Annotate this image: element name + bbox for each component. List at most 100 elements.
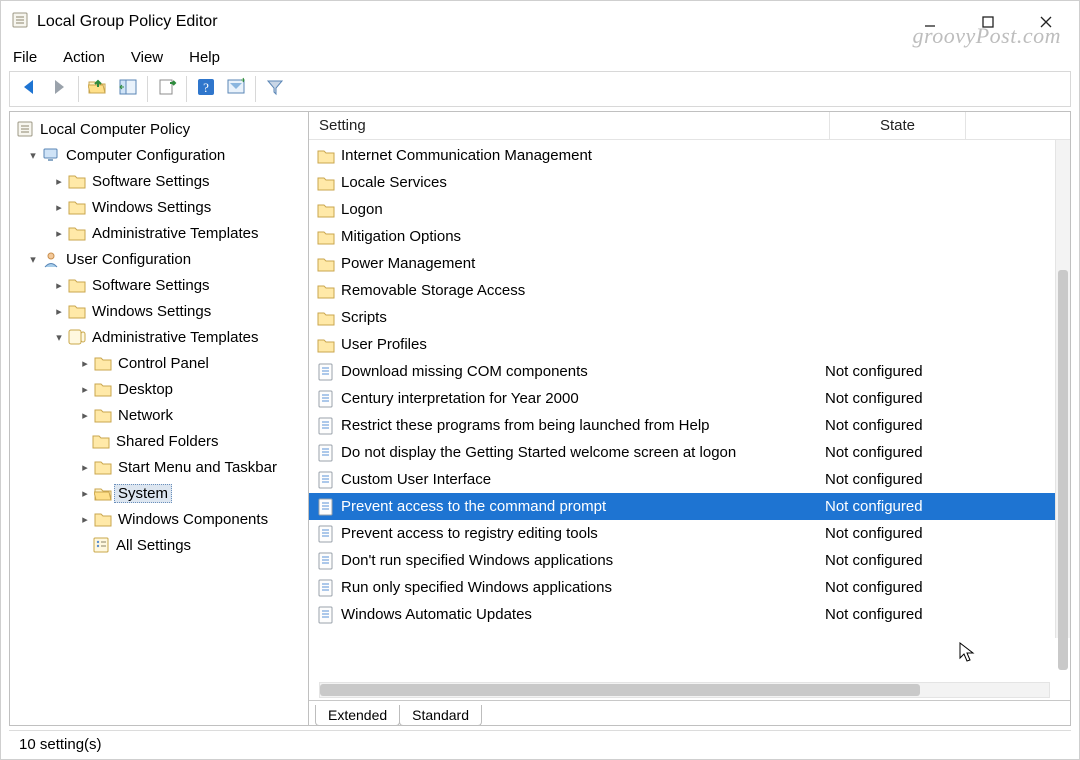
filter-options-icon xyxy=(226,77,246,101)
chevron-right-icon[interactable]: ▸ xyxy=(78,382,92,396)
list-row-folder[interactable]: Scripts xyxy=(309,304,1070,331)
list-row-folder[interactable]: Locale Services xyxy=(309,169,1070,196)
chevron-right-icon[interactable]: ▸ xyxy=(52,200,66,214)
up-one-level-button[interactable] xyxy=(83,74,113,104)
list-row-policy[interactable]: Windows Automatic UpdatesNot configured xyxy=(309,601,1070,628)
column-header-state[interactable]: State xyxy=(830,112,966,139)
window-controls xyxy=(901,2,1075,42)
tree-cc-admin[interactable]: ▸ Administrative Templates xyxy=(10,220,308,246)
chevron-right-icon[interactable]: ▸ xyxy=(78,356,92,370)
chevron-right-icon[interactable]: ▸ xyxy=(78,408,92,422)
list-row-folder[interactable]: Internet Communication Management xyxy=(309,142,1070,169)
menu-action[interactable]: Action xyxy=(63,49,105,66)
setting-state: Not configured xyxy=(819,579,1025,596)
tree-start-menu[interactable]: ▸ Start Menu and Taskbar xyxy=(10,454,308,480)
chevron-right-icon[interactable]: ▸ xyxy=(78,512,92,526)
help-button[interactable]: ? xyxy=(191,74,221,104)
scrollbar-thumb[interactable] xyxy=(1058,270,1068,670)
list-row-policy[interactable]: Run only specified Windows applicationsN… xyxy=(309,574,1070,601)
scrollbar-thumb[interactable] xyxy=(320,684,920,696)
horizontal-scrollbar[interactable] xyxy=(319,682,1050,698)
tree-user-config[interactable]: ▾ User Configuration xyxy=(10,246,308,272)
column-header-setting[interactable]: Setting xyxy=(309,112,830,139)
chevron-right-icon[interactable]: ▸ xyxy=(52,226,66,240)
tree-cc-software[interactable]: ▸ Software Settings xyxy=(10,168,308,194)
tree-uc-windows[interactable]: ▸ Windows Settings xyxy=(10,298,308,324)
menu-view[interactable]: View xyxy=(131,49,163,66)
policy-icon xyxy=(317,579,335,597)
chevron-right-icon[interactable]: ▸ xyxy=(52,278,66,292)
all-settings-icon xyxy=(92,536,110,554)
setting-state: Not configured xyxy=(819,471,1025,488)
tree-label: Windows Settings xyxy=(92,303,211,320)
menu-file[interactable]: File xyxy=(13,49,37,66)
folder-icon xyxy=(94,354,112,372)
policy-icon xyxy=(317,444,335,462)
list-row-policy[interactable]: Download missing COM componentsNot confi… xyxy=(309,358,1070,385)
chevron-down-icon[interactable]: ▾ xyxy=(26,148,40,162)
maximize-button[interactable] xyxy=(959,2,1017,42)
tree-desktop[interactable]: ▸ Desktop xyxy=(10,376,308,402)
setting-name: Power Management xyxy=(341,255,475,272)
tree-label: Windows Components xyxy=(118,511,268,528)
minimize-button[interactable] xyxy=(901,2,959,42)
chevron-down-icon[interactable]: ▾ xyxy=(52,330,66,344)
chevron-right-icon[interactable]: ▸ xyxy=(52,304,66,318)
tree-uc-software[interactable]: ▸ Software Settings xyxy=(10,272,308,298)
tree-label: Network xyxy=(118,407,173,424)
forward-button[interactable] xyxy=(44,74,74,104)
tree-system[interactable]: ▸ System xyxy=(10,480,308,506)
folder-icon xyxy=(94,510,112,528)
tab-extended[interactable]: Extended xyxy=(315,705,400,726)
setting-state: Not configured xyxy=(819,390,1025,407)
list-row-folder[interactable]: Logon xyxy=(309,196,1070,223)
tree-control-panel[interactable]: ▸ Control Panel xyxy=(10,350,308,376)
folder-icon xyxy=(68,302,86,320)
close-button[interactable] xyxy=(1017,2,1075,42)
folder-icon xyxy=(68,224,86,242)
export-list-button[interactable] xyxy=(152,74,182,104)
list-row-policy[interactable]: Do not display the Getting Started welco… xyxy=(309,439,1070,466)
tree-label: Desktop xyxy=(118,381,173,398)
tree-cc-windows[interactable]: ▸ Windows Settings xyxy=(10,194,308,220)
show-hide-tree-button[interactable] xyxy=(113,74,143,104)
tree-computer-config[interactable]: ▾ Computer Configuration xyxy=(10,142,308,168)
list-row-policy[interactable]: Prevent access to registry editing tools… xyxy=(309,520,1070,547)
policy-icon xyxy=(317,471,335,489)
folder-icon xyxy=(68,172,86,190)
list-row-policy[interactable]: Prevent access to the command promptNot … xyxy=(309,493,1070,520)
filter-options-button[interactable] xyxy=(221,74,251,104)
chevron-right-icon[interactable]: ▸ xyxy=(78,486,92,500)
list-row-policy[interactable]: Don't run specified Windows applications… xyxy=(309,547,1070,574)
tree-uc-admin[interactable]: ▾ Administrative Templates xyxy=(10,324,308,350)
tree-pane[interactable]: Local Computer Policy ▾ Computer Configu… xyxy=(9,111,309,726)
tree-all-settings[interactable]: All Settings xyxy=(10,532,308,558)
setting-state: Not configured xyxy=(819,606,1025,623)
back-button[interactable] xyxy=(14,74,44,104)
toolbar-separator xyxy=(255,76,256,102)
tree-shared-folders[interactable]: Shared Folders xyxy=(10,428,308,454)
filter-button[interactable] xyxy=(260,74,290,104)
tree-windows-components[interactable]: ▸ Windows Components xyxy=(10,506,308,532)
tree-network[interactable]: ▸ Network xyxy=(10,402,308,428)
list-row-folder[interactable]: User Profiles xyxy=(309,331,1070,358)
toolbar-separator xyxy=(78,76,79,102)
list-row-policy[interactable]: Restrict these programs from being launc… xyxy=(309,412,1070,439)
tree-label: Administrative Templates xyxy=(92,225,258,242)
list-row-folder[interactable]: Mitigation Options xyxy=(309,223,1070,250)
list-row-folder[interactable]: Removable Storage Access xyxy=(309,277,1070,304)
list-row-policy[interactable]: Century interpretation for Year 2000Not … xyxy=(309,385,1070,412)
tree-root[interactable]: Local Computer Policy xyxy=(10,116,308,142)
chevron-right-icon[interactable]: ▸ xyxy=(78,460,92,474)
vertical-scrollbar[interactable] xyxy=(1055,140,1070,638)
menu-help[interactable]: Help xyxy=(189,49,220,66)
chevron-down-icon[interactable]: ▾ xyxy=(26,252,40,266)
setting-name: User Profiles xyxy=(341,336,427,353)
chevron-right-icon[interactable]: ▸ xyxy=(52,174,66,188)
folder-icon xyxy=(68,276,86,294)
tree-label: Software Settings xyxy=(92,173,210,190)
tab-standard[interactable]: Standard xyxy=(399,705,482,726)
tree-label: Local Computer Policy xyxy=(40,121,190,138)
list-row-policy[interactable]: Custom User InterfaceNot configured xyxy=(309,466,1070,493)
list-row-folder[interactable]: Power Management xyxy=(309,250,1070,277)
